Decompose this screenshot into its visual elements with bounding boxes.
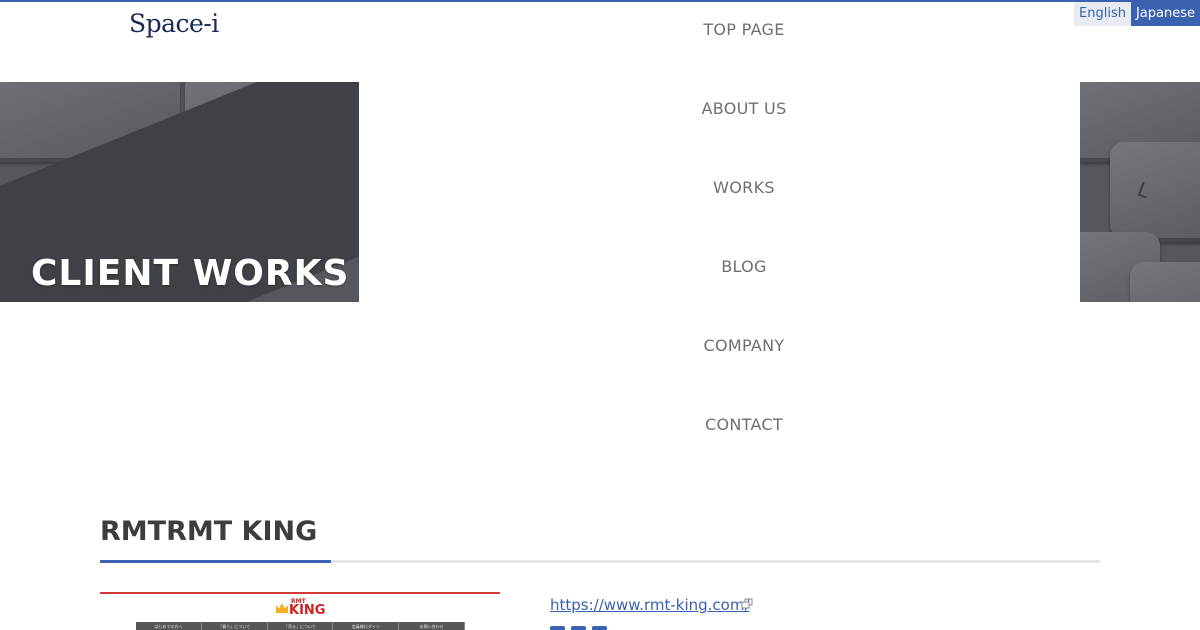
thumbnail-menu-item: 会員様ログイン xyxy=(333,622,400,630)
nav-item-company[interactable]: COMPANY xyxy=(564,336,924,355)
title-divider-accent xyxy=(100,560,331,563)
nav-item-top-page[interactable]: TOP PAGE xyxy=(564,20,924,39)
thumbnail-menu-bar: はじめての方へ 「買う」について 「売る」について 会員様ログイン お問い合わせ xyxy=(136,622,465,630)
hero-banner-image-right: L xyxy=(1080,82,1200,302)
thumbnail-menu-item: 「売る」について xyxy=(268,622,334,630)
tag-badge[interactable] xyxy=(571,626,586,630)
page-title: CLIENT WORKS xyxy=(31,253,350,294)
thumbnail-logo-main: KING xyxy=(289,603,326,618)
top-accent-border xyxy=(0,0,1200,2)
crown-icon xyxy=(276,603,288,613)
thumbnail-menu-item: はじめての方へ xyxy=(136,622,202,630)
keyboard-key-image xyxy=(1130,262,1200,302)
nav-item-about-us[interactable]: ABOUT US xyxy=(564,99,924,118)
language-english[interactable]: English xyxy=(1074,2,1131,26)
external-link-icon xyxy=(741,598,753,609)
keyboard-key-image: L xyxy=(1110,142,1200,242)
keyboard-key-image xyxy=(40,82,100,132)
thumbnail-menu-item: お問い合わせ xyxy=(399,622,465,630)
work-url-link[interactable]: https://www.rmt-king.com/ xyxy=(550,596,750,614)
tag-badge[interactable] xyxy=(550,626,565,630)
thumbnail-menu-item: 「買う」について xyxy=(202,622,268,630)
nav-item-blog[interactable]: BLOG xyxy=(564,257,924,276)
nav-item-contact[interactable]: CONTACT xyxy=(564,415,924,434)
key-label-l: L xyxy=(1134,176,1153,204)
language-japanese[interactable]: Japanese xyxy=(1130,2,1200,26)
work-tags xyxy=(550,626,607,630)
site-logo[interactable]: Space-i xyxy=(129,9,219,38)
language-switcher: English Japanese xyxy=(1074,2,1200,26)
hero-banner-image: cmd CLIENT WORKS xyxy=(0,82,359,302)
tag-badge[interactable] xyxy=(592,626,607,630)
work-title: RMTRMT KING xyxy=(100,516,318,547)
nav-item-works[interactable]: WORKS xyxy=(564,178,924,197)
work-thumbnail[interactable]: RMT KING はじめての方へ 「買う」について 「売る」について 会員様ログ… xyxy=(100,592,500,630)
